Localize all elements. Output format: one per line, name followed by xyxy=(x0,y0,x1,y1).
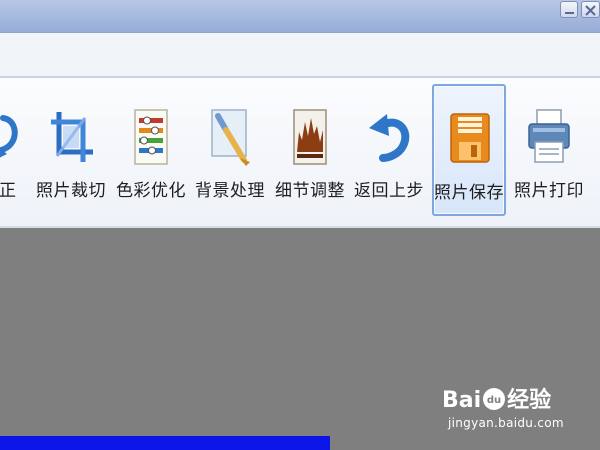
app-window: 矫正 照片裁切 色彩优 xyxy=(0,0,600,450)
background-brush-icon xyxy=(211,109,250,166)
watermark-logo: Bai du 经验 xyxy=(442,388,552,413)
toolbar-label: 照片打印 xyxy=(514,181,584,201)
crop-icon xyxy=(51,112,93,162)
toolbar-color-optimize-button[interactable]: 色彩优化 xyxy=(114,84,188,216)
color-optimize-icon xyxy=(134,109,168,165)
progress-bar xyxy=(0,436,330,450)
menu-strip xyxy=(0,33,600,78)
toolbar-label: 照片裁切 xyxy=(36,181,106,201)
save-icon xyxy=(450,113,490,163)
minimize-button[interactable] xyxy=(560,1,578,18)
toolbar-label: 返回上步 xyxy=(354,181,424,201)
close-icon xyxy=(585,5,596,16)
paw-icon: du xyxy=(483,388,506,410)
toolbar-undo-button[interactable]: 返回上步 xyxy=(352,84,426,216)
title-bar xyxy=(0,0,600,33)
toolbar-label: 色彩优化 xyxy=(116,181,186,201)
toolbar: 矫正 照片裁切 色彩优 xyxy=(0,78,600,228)
baidu-jingyan-watermark: Bai du 经验 jingyan.baidu.com xyxy=(438,378,588,438)
toolbar-label: 矫正 xyxy=(0,181,17,201)
toolbar-label: 照片保存 xyxy=(434,183,504,203)
toolbar-crop-button[interactable]: 照片裁切 xyxy=(34,84,108,216)
watermark-url: jingyan.baidu.com xyxy=(448,416,564,430)
toolbar-label: 细节调整 xyxy=(275,181,345,201)
detail-adjust-icon xyxy=(293,109,327,165)
print-icon xyxy=(528,109,570,163)
toolbar-background-button[interactable]: 背景处理 xyxy=(193,84,267,216)
close-button[interactable] xyxy=(581,1,600,18)
correct-icon xyxy=(0,115,18,158)
undo-icon xyxy=(369,114,410,162)
toolbar-print-button[interactable]: 照片打印 xyxy=(512,84,586,216)
toolbar-correct-button[interactable]: 矫正 xyxy=(0,84,36,216)
toolbar-label: 背景处理 xyxy=(195,181,265,201)
svg-text:du: du xyxy=(487,395,501,406)
toolbar-detail-button[interactable]: 细节调整 xyxy=(273,84,347,216)
toolbar-save-button[interactable]: 照片保存 xyxy=(432,84,506,216)
